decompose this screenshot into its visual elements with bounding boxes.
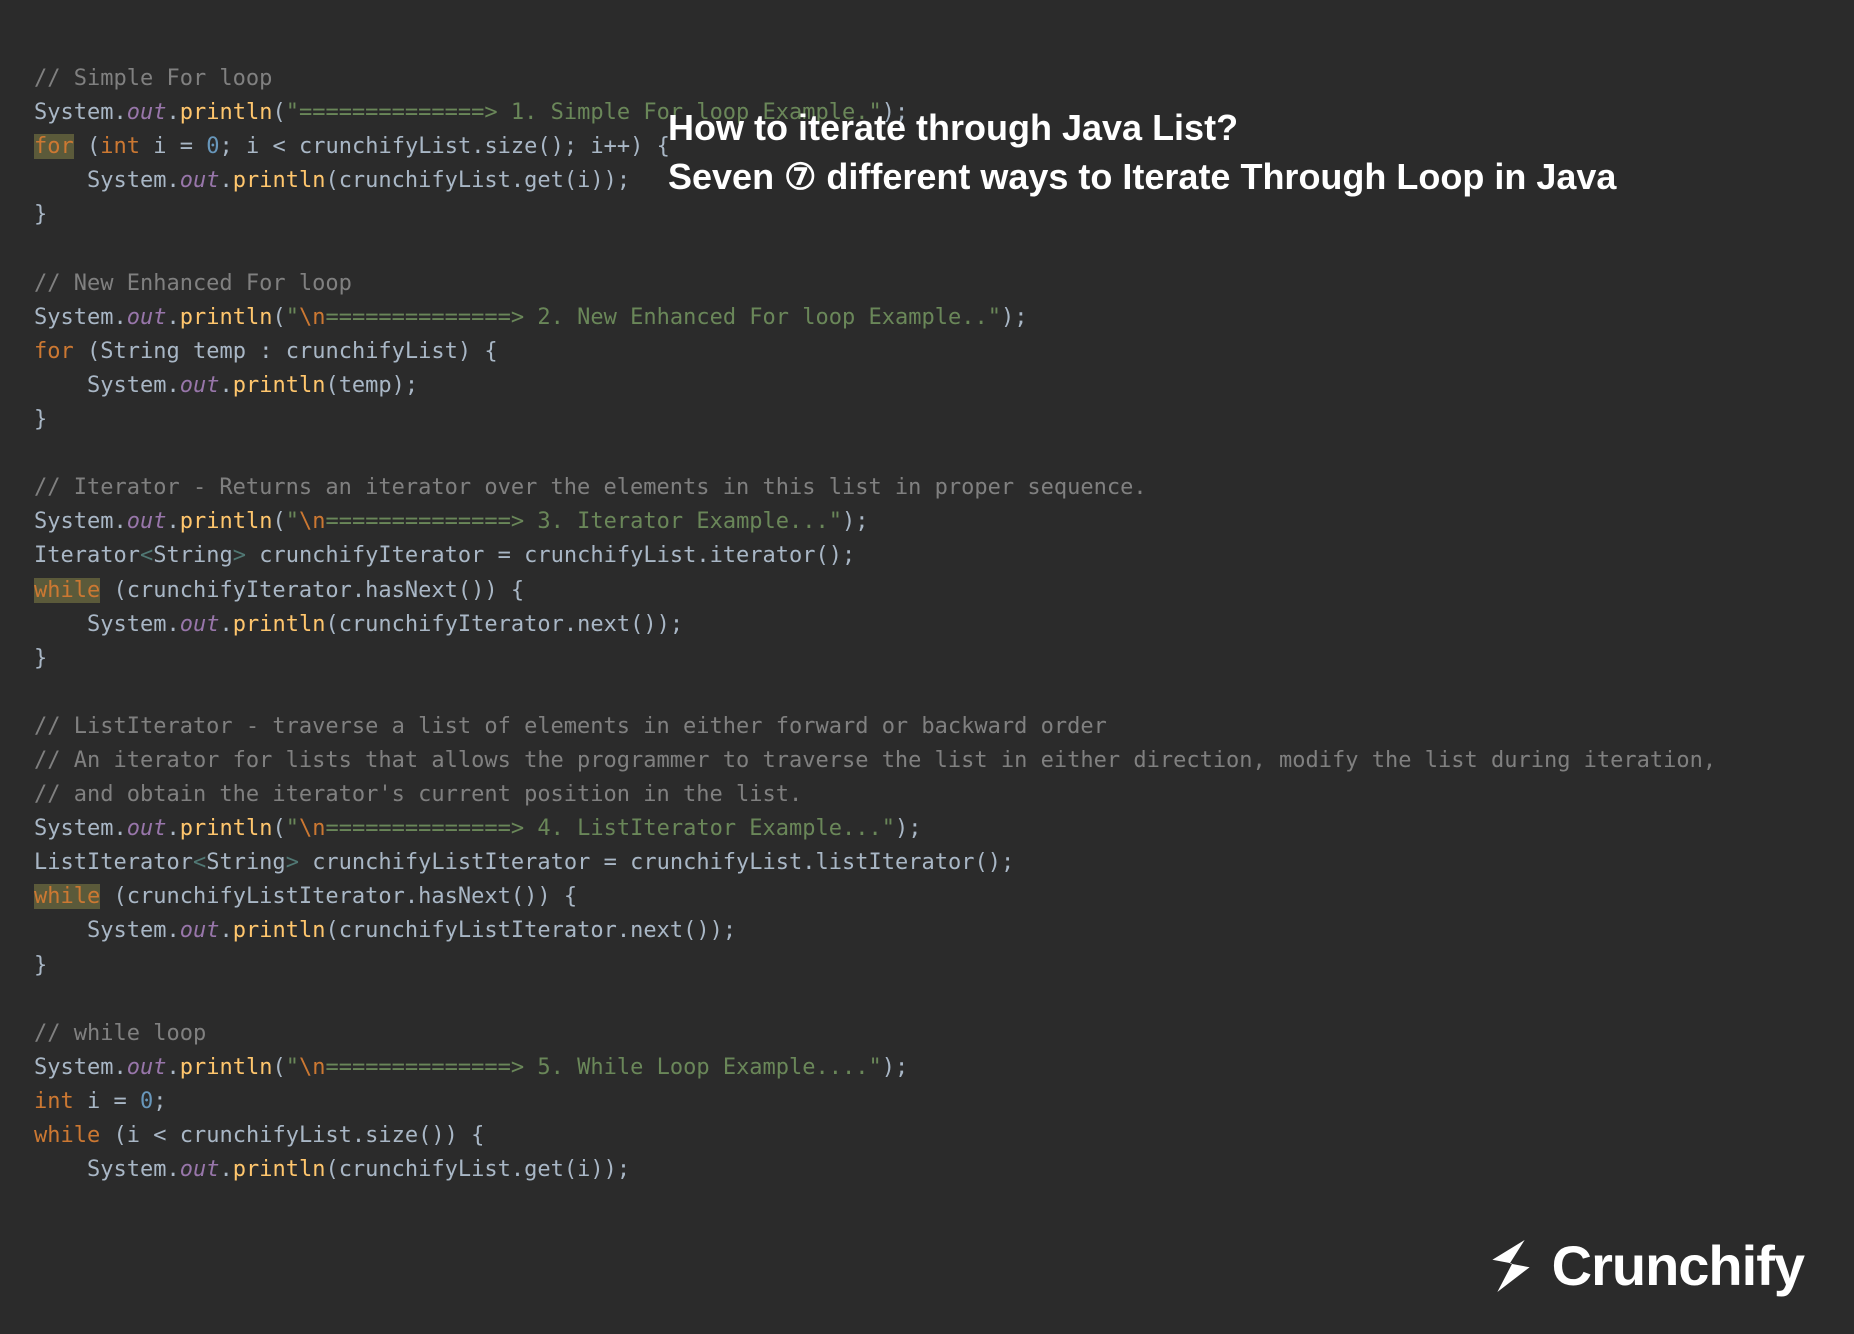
comment-line: // while loop <box>34 1021 206 1046</box>
comment-line: // Simple For loop <box>34 66 272 91</box>
crunchify-logo: Crunchify <box>1480 1233 1804 1298</box>
keyword-while: while <box>34 578 100 603</box>
keyword-while: while <box>34 884 100 909</box>
comment-line: // New Enhanced For loop <box>34 271 352 296</box>
code-token: out <box>127 100 167 125</box>
crunchify-logo-text: Crunchify <box>1552 1233 1804 1298</box>
comment-line: // Iterator - Returns an iterator over t… <box>34 475 1147 500</box>
overlay-title: How to iterate through Java List? Seven … <box>668 104 1616 201</box>
overlay-title-line1: How to iterate through Java List? <box>668 104 1616 153</box>
overlay-title-line2: Seven ⑦ different ways to Iterate Throug… <box>668 153 1616 202</box>
crunchify-logo-icon <box>1480 1235 1542 1297</box>
code-token: println <box>180 100 273 125</box>
keyword-while: while <box>34 1123 100 1148</box>
keyword-for: for <box>34 134 74 159</box>
code-token: System <box>34 100 113 125</box>
comment-line: // ListIterator - traverse a list of ele… <box>34 714 1107 739</box>
keyword-for: for <box>34 339 74 364</box>
comment-line: // An iterator for lists that allows the… <box>34 748 1716 773</box>
comment-line: // and obtain the iterator's current pos… <box>34 782 802 807</box>
